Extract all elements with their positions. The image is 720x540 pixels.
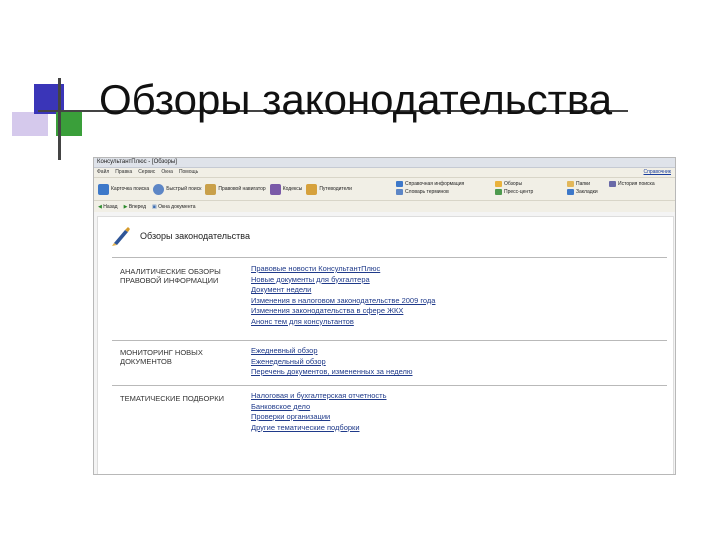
guides-icon — [306, 183, 318, 195]
toolbar-group-folders: Папки Закладки — [567, 180, 598, 196]
link-accountant-docs[interactable]: Новые документы для бухгалтера — [251, 275, 435, 286]
guides-button[interactable]: Путеводители — [306, 183, 352, 195]
divider — [112, 257, 667, 258]
search-card-icon — [98, 183, 109, 195]
codes-icon — [269, 183, 281, 195]
section-label-analytics: Аналитические обзоры правовой информации — [120, 267, 221, 285]
reference-info-label: Справочная информация — [405, 181, 465, 187]
back-button[interactable]: ◀ Назад — [98, 204, 118, 210]
link-changed-docs[interactable]: Перечень документов, измененных за недел… — [251, 367, 413, 378]
section-links-analytics: Правовые новости КонсультантПлюс Новые д… — [251, 264, 435, 327]
glossary-button[interactable]: Словарь терминов — [396, 188, 464, 196]
quick-search-button[interactable]: Быстрый поиск — [153, 183, 202, 195]
codes-label: Кодексы — [282, 186, 303, 192]
search-history-label: История поиска — [618, 181, 655, 187]
section-label-monitoring: Мониторинг новых документов — [120, 348, 203, 366]
link-inspections[interactable]: Проверки организации — [251, 412, 387, 423]
reference-info-button[interactable]: Справочная информация — [396, 180, 464, 188]
press-center-button[interactable]: Пресс-центр — [495, 188, 533, 196]
reviews-button[interactable]: Обзоры — [495, 180, 533, 188]
menu-item-file[interactable]: Файл — [97, 168, 109, 177]
link-tax-reporting[interactable]: Налоговая и бухгалтерская отчетность — [251, 391, 387, 402]
press-center-label: Пресс-центр — [504, 189, 534, 195]
help-link[interactable]: Справочник — [644, 168, 672, 177]
divider — [112, 340, 667, 341]
section-links-thematic: Налоговая и бухгалтерская отчетность Бан… — [251, 391, 387, 433]
link-other-collections[interactable]: Другие тематические подборки — [251, 423, 387, 434]
menu-bar: Файл Правка Сервис Окна Помощь Справочни… — [94, 168, 675, 177]
doc-tabs-button[interactable]: ▣ Окна документа — [152, 204, 196, 210]
bookmarks-label: Закладки — [576, 189, 598, 195]
link-daily-review[interactable]: Ежедневный обзор — [251, 346, 413, 357]
slide-title: Обзоры законодательства — [99, 76, 613, 123]
folder-icon — [567, 181, 574, 187]
link-banking[interactable]: Банковское дело — [251, 402, 387, 413]
reviews-page: Обзоры законодательства Аналитические об… — [97, 216, 674, 474]
menu-item-tools[interactable]: Сервис — [138, 168, 155, 177]
navigator-icon — [205, 183, 217, 195]
navigator-button[interactable]: Правовой навигатор — [205, 183, 266, 195]
app-window: КонсультантПлюс - [Обзоры] Файл Правка С… — [93, 157, 676, 475]
press-center-icon — [495, 189, 502, 195]
link-topics-announcement[interactable]: Анонс тем для консультантов — [251, 317, 435, 328]
page-header: Обзоры законодательства — [110, 225, 250, 247]
toolbar-group-history: История поиска — [609, 180, 655, 188]
search-card-label: Карточка поиска — [111, 186, 150, 192]
content-area: Обзоры законодательства Аналитические об… — [94, 212, 675, 474]
doc-tabs-label: Окна документа — [158, 203, 196, 210]
link-housing-changes[interactable]: Изменения законодательства в сфере ЖКХ — [251, 306, 435, 317]
navigator-label: Правовой навигатор — [218, 186, 266, 192]
forward-button[interactable]: ▶ Вперед — [124, 204, 146, 210]
arrow-left-icon: ◀ — [98, 203, 102, 210]
menu-item-help[interactable]: Помощь — [179, 168, 198, 177]
forward-label: Вперед — [128, 203, 147, 210]
brush-icon — [112, 227, 130, 246]
decor-square-purple — [12, 112, 48, 136]
page-title: Обзоры законодательства — [140, 231, 250, 241]
bookmark-icon — [567, 189, 574, 195]
reference-info-icon — [396, 181, 403, 187]
search-card-button[interactable]: Карточка поиска — [98, 183, 150, 195]
glossary-icon — [396, 189, 403, 195]
decor-line-vertical — [58, 78, 61, 160]
reviews-label: Обзоры — [504, 181, 523, 187]
glossary-label: Словарь терминов — [405, 189, 449, 195]
reviews-icon — [495, 181, 502, 187]
arrow-right-icon: ▶ — [123, 203, 128, 210]
magnifier-icon — [153, 183, 165, 195]
codes-button[interactable]: Кодексы — [269, 183, 303, 195]
window-title: КонсультантПлюс - [Обзоры] — [94, 158, 675, 168]
windows-icon: ▣ — [152, 203, 157, 210]
menu-item-windows[interactable]: Окна — [161, 168, 173, 177]
link-legal-news[interactable]: Правовые новости КонсультантПлюс — [251, 264, 435, 275]
search-history-button[interactable]: История поиска — [609, 180, 655, 188]
toolbar-group-reference: Справочная информация Словарь терминов — [396, 180, 464, 196]
divider — [112, 385, 667, 386]
section-label-thematic: Тематические подборки — [120, 394, 225, 403]
guides-label: Путеводители — [319, 186, 352, 192]
folders-label: Папки — [576, 181, 591, 187]
history-icon — [609, 181, 616, 187]
bookmarks-button[interactable]: Закладки — [567, 188, 598, 196]
main-toolbar: Карточка поиска Быстрый поиск Правовой н… — [94, 177, 675, 201]
link-weekly-review[interactable]: Еженедельный обзор — [251, 357, 413, 368]
back-label: Назад — [103, 203, 118, 210]
link-tax-changes[interactable]: Изменения в налоговом законодательстве 2… — [251, 296, 435, 307]
folders-button[interactable]: Папки — [567, 180, 598, 188]
link-document-of-week[interactable]: Документ недели — [251, 285, 435, 296]
menu-item-edit[interactable]: Правка — [115, 168, 132, 177]
quick-search-label: Быстрый поиск — [166, 186, 202, 192]
section-links-monitoring: Ежедневный обзор Еженедельный обзор Пере… — [251, 346, 413, 378]
toolbar-group-reviews: Обзоры Пресс-центр — [495, 180, 533, 196]
